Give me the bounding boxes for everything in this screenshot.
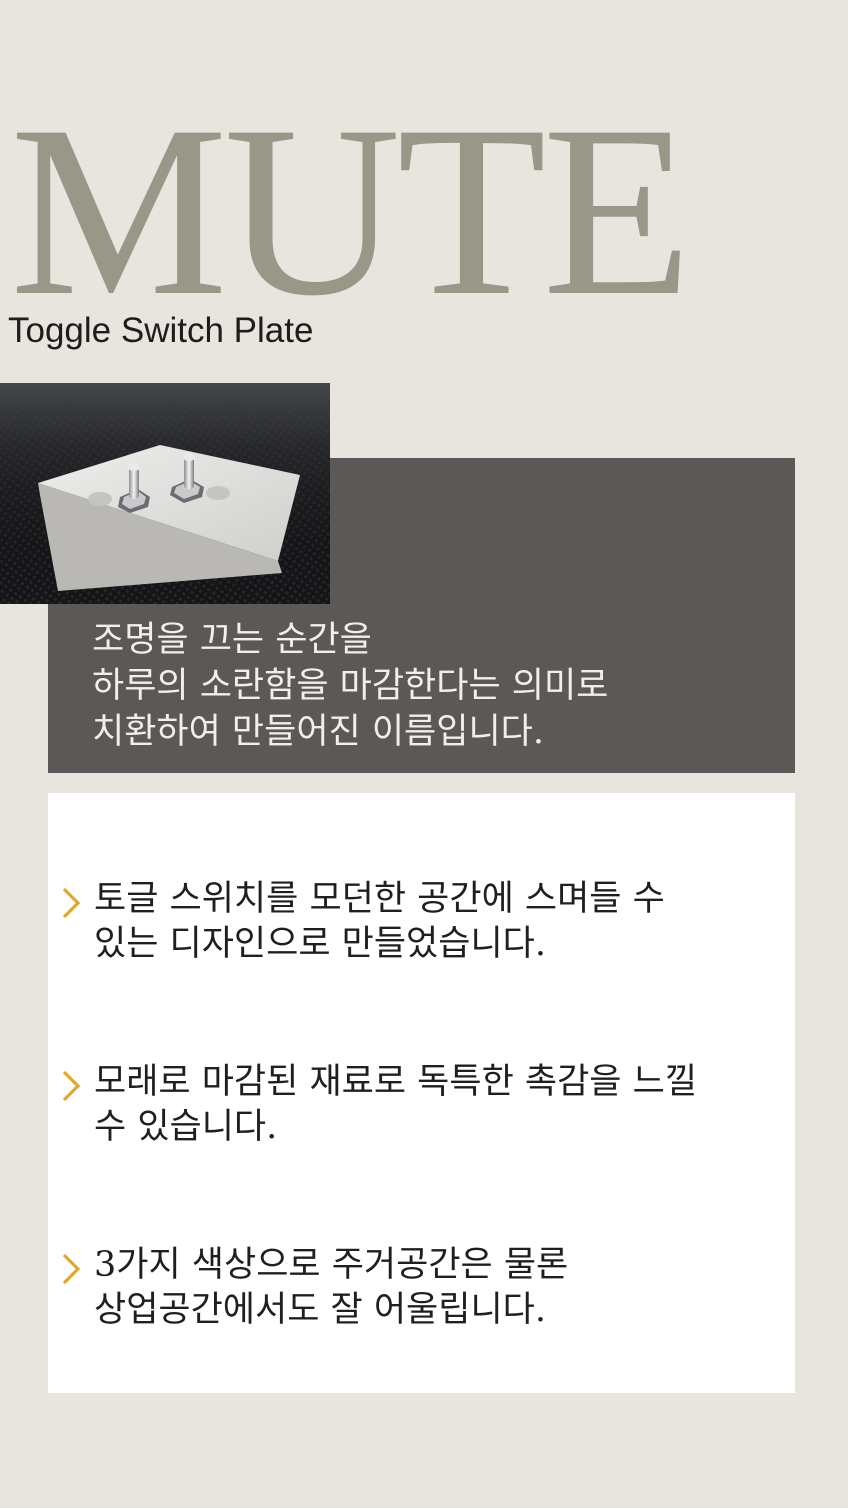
intro-line: 하루의 소란함을 마감한다는 의미로: [92, 666, 609, 706]
toggle-switch-plate-photo: [0, 383, 330, 604]
feature-text: 토글 스위치를 모던한 공간에 스며들 수 있는 디자인으로 만들었습니다.: [94, 877, 764, 967]
feature-text: 3가지 색상으로 주거공간은 물론 상업공간에서도 잘 어울립니다.: [94, 1243, 764, 1333]
intro-text: 조명을 끄는 순간을 하루의 소란함을 마감한다는 의미로 치환하여 만들어진 …: [92, 617, 782, 755]
product-photo: [0, 383, 330, 604]
feature-line: 3가지 색상으로 주거공간은 물론: [94, 1245, 569, 1285]
feature-text: 모래로 마감된 재료로 독특한 촉감을 느낄 수 있습니다.: [94, 1060, 764, 1150]
feature-line: 상업공간에서도 잘 어울립니다.: [94, 1290, 546, 1330]
chevron-right-icon: [62, 1070, 81, 1102]
chevron-right-icon: [62, 1253, 81, 1285]
feature-line: 수 있습니다.: [94, 1107, 278, 1147]
brand-title: MUTE: [10, 75, 692, 346]
feature-line: 토글 스위치를 모던한 공간에 스며들 수: [94, 879, 665, 919]
brand-subtitle: Toggle Switch Plate: [8, 311, 314, 350]
chevron-right-icon: [62, 887, 81, 919]
feature-line: 있는 디자인으로 만들었습니다.: [94, 924, 546, 964]
intro-line: 치환하여 만들어진 이름입니다.: [92, 712, 544, 752]
intro-line: 조명을 끄는 순간을: [92, 620, 372, 660]
feature-line: 모래로 마감된 재료로 독특한 촉감을 느낄: [94, 1062, 698, 1102]
features-card: 토글 스위치를 모던한 공간에 스며들 수 있는 디자인으로 만들었습니다. 모…: [48, 793, 795, 1393]
